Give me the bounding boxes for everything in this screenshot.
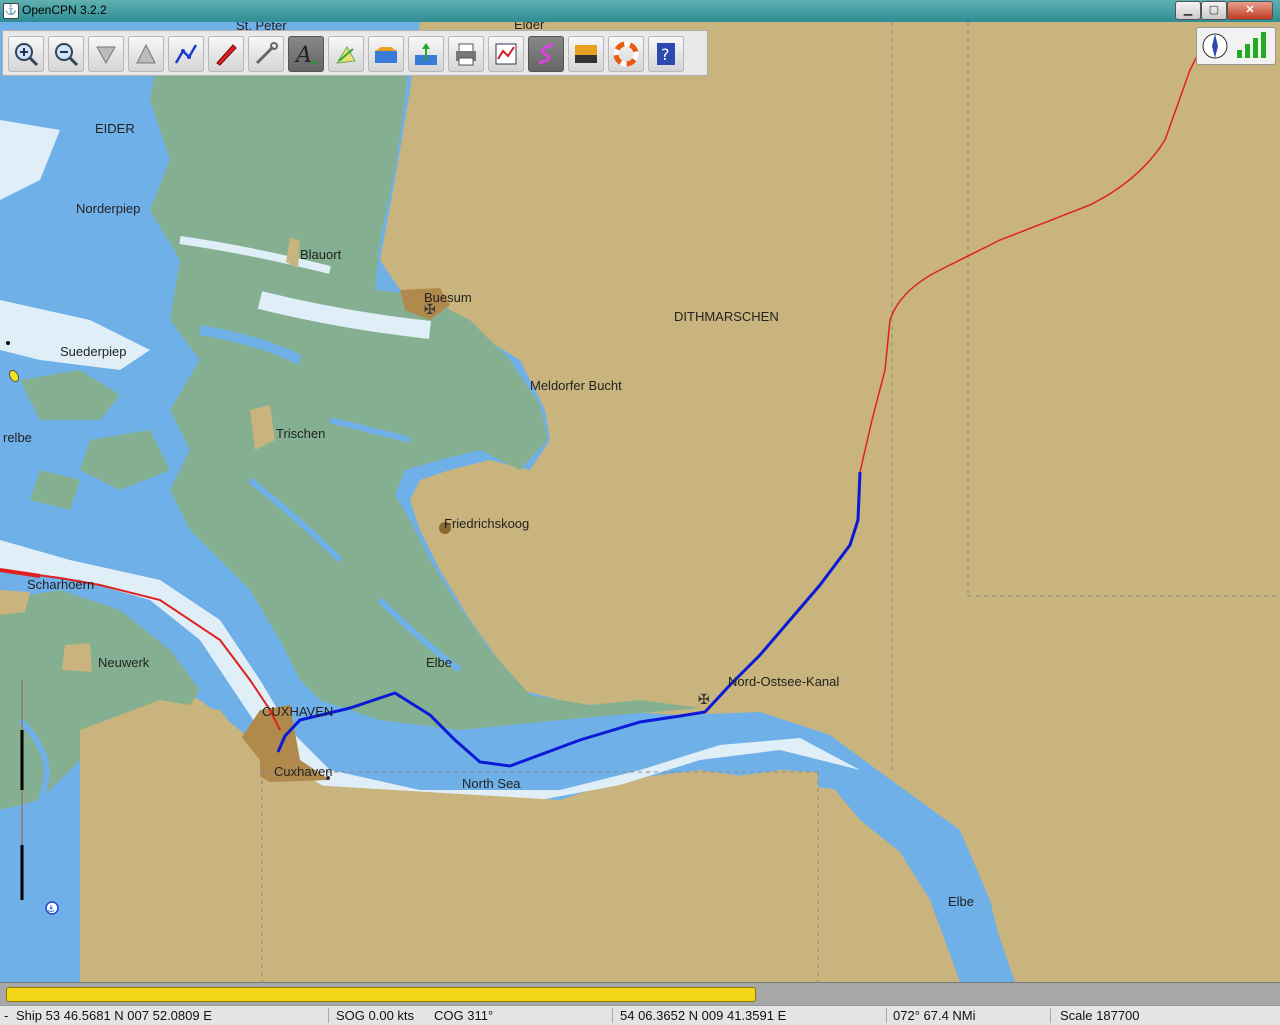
- mob-button[interactable]: [608, 36, 644, 72]
- help-button[interactable]: ?: [648, 36, 684, 72]
- minimize-button[interactable]: ▁: [1175, 1, 1201, 20]
- status-scale: Scale 187700: [1060, 1008, 1140, 1023]
- status-lead: -: [4, 1008, 9, 1023]
- label-suederpiep: Suederpiep: [60, 344, 127, 359]
- maximize-button[interactable]: ▢: [1201, 1, 1227, 20]
- status-cog: COG 311°: [434, 1008, 494, 1023]
- label-dithmarschen: DITHMARSCHEN: [674, 309, 779, 324]
- zoom-in-icon: [15, 43, 39, 67]
- label-norderpiep: Norderpiep: [76, 201, 141, 216]
- print-icon: [456, 43, 476, 66]
- label-eider: EIDER: [95, 121, 135, 136]
- label-trischen: Trischen: [276, 426, 326, 441]
- label-friedrichskoog: Friedrichskoog: [444, 516, 530, 531]
- label-nord-ostsee-kanal: Nord-Ostsee-Kanal: [728, 674, 840, 689]
- zoom-out-button[interactable]: [48, 36, 84, 72]
- print-button[interactable]: [448, 36, 484, 72]
- status-ship-position: Ship 53 46.5681 N 007 52.0809 E: [16, 1008, 212, 1023]
- tide-level-button[interactable]: [408, 36, 444, 72]
- progress-bar: [0, 982, 1280, 1005]
- window-title: OpenCPN 3.2.2: [22, 3, 107, 17]
- compass-widget[interactable]: [1196, 27, 1276, 65]
- tide-icon: [375, 47, 397, 63]
- svg-text:⚓: ⚓: [47, 905, 55, 915]
- zoom-in-button[interactable]: [8, 36, 44, 72]
- close-button[interactable]: ✕: [1227, 1, 1273, 20]
- route-manager-button[interactable]: [488, 36, 524, 72]
- status-sog: SOG 0.00 kts: [336, 1008, 415, 1023]
- compass-icon: [1202, 33, 1228, 59]
- label-buesum: Buesum: [424, 290, 472, 305]
- svg-text:+: +: [310, 58, 318, 67]
- scale-up-button[interactable]: [128, 36, 164, 72]
- title-bar: ⚓ OpenCPN 3.2.2 ▁ ▢ ✕: [0, 0, 1280, 22]
- current-button[interactable]: [328, 36, 364, 72]
- label-neuwerk: Neuwerk: [98, 655, 150, 670]
- settings-icon: [255, 42, 278, 65]
- label-elbe-mid: Elbe: [426, 655, 453, 670]
- color-scheme-icon: [575, 45, 597, 63]
- label-elbe-south: Elbe: [948, 894, 975, 909]
- auto-follow-icon: [216, 44, 237, 66]
- scale-down-button[interactable]: [88, 36, 124, 72]
- chart-scale-down-icon: [96, 46, 116, 65]
- zoom-out-icon: [55, 43, 79, 67]
- label-blauort: Blauort: [300, 247, 342, 262]
- track-button[interactable]: [528, 36, 564, 72]
- progress-fill: [6, 987, 756, 1002]
- text-icon: A+: [294, 43, 318, 67]
- text-toggle-button[interactable]: A +: [288, 36, 324, 72]
- label-cuxhaven: Cuxhaven: [274, 764, 333, 779]
- status-bearing-distance: 072° 67.4 NMi: [893, 1008, 976, 1023]
- auto-follow-button[interactable]: [208, 36, 244, 72]
- nautical-chart: ✠ ✠ ⚓: [0, 22, 1280, 982]
- tide-button[interactable]: [368, 36, 404, 72]
- route-manager-icon: [495, 43, 517, 65]
- color-scheme-button[interactable]: [568, 36, 604, 72]
- label-north-sea: North Sea: [462, 776, 521, 791]
- status-bar: - Ship 53 46.5681 N 007 52.0809 E SOG 0.…: [0, 1005, 1280, 1025]
- label-scharhoern: Scharhoern: [27, 577, 95, 592]
- main-toolbar: A + ?: [2, 30, 708, 76]
- tide-level-icon: [415, 43, 437, 65]
- chart-scale-up-icon: [136, 43, 156, 64]
- track-icon: [538, 43, 554, 65]
- status-cursor-position: 54 06.3652 N 009 41.3591 E: [620, 1008, 787, 1023]
- label-relbe: relbe: [3, 430, 32, 445]
- svg-text:✠: ✠: [698, 692, 710, 708]
- route-icon: [174, 44, 198, 64]
- gps-signal-icon: [1237, 32, 1266, 58]
- help-icon: ?: [657, 43, 675, 65]
- settings-button[interactable]: [248, 36, 284, 72]
- chart-canvas[interactable]: ✠ ✠ ⚓ St. Peter Eider EIDER Norderpiep B…: [0, 22, 1280, 982]
- label-cuxhaven-caps: CUXHAVEN: [262, 704, 334, 719]
- mob-icon: [613, 41, 639, 67]
- create-route-button[interactable]: [168, 36, 204, 72]
- svg-text:?: ?: [661, 45, 670, 64]
- app-icon: ⚓: [3, 3, 19, 19]
- label-meldorfer-bucht: Meldorfer Bucht: [530, 378, 622, 393]
- current-icon: [336, 46, 356, 64]
